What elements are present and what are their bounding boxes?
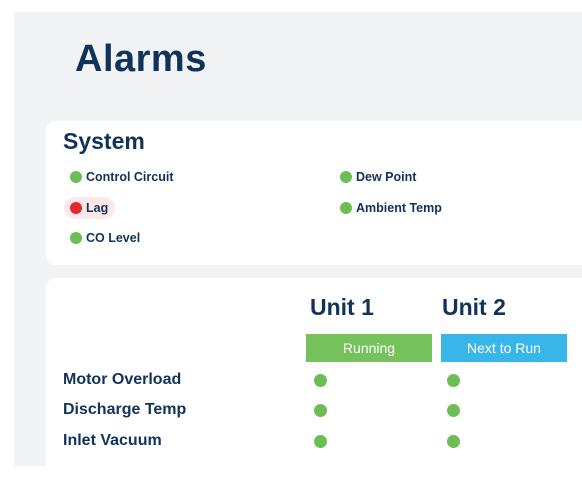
status-ok-icon [70,171,82,183]
status-ok-icon [340,202,352,214]
system-section-title: System [63,128,145,154]
status-ok-icon [340,171,352,183]
status-alarm-icon [70,202,82,214]
status-ok-icon [70,232,82,244]
motor-overload-unit-1-status-icon [314,374,327,387]
unit-1-heading: Unit 1 [310,294,374,320]
units-card: Unit 1 Unit 2 Running Next to Run Motor … [46,278,582,478]
unit-2-status-badge: Next to Run [441,334,567,362]
inlet-vacuum-unit-2-status-icon [447,435,460,448]
alarm-label: Dew Point [356,170,417,184]
row-label-motor-overload: Motor Overload [63,371,182,388]
alarm-label: Lag [86,201,109,215]
alarm-label: Ambient Temp [356,201,442,215]
alarm-control-circuit[interactable]: Control Circuit [64,166,181,188]
page-title: Alarms [75,38,207,80]
discharge-temp-unit-1-status-icon [314,404,327,417]
unit-2-heading: Unit 2 [442,294,506,320]
unit-1-status-badge: Running [306,334,432,362]
discharge-temp-unit-2-status-icon [447,404,460,417]
system-card: System Control Circuit Dew Point Lag Amb… [46,121,582,265]
alarm-label: Control Circuit [86,170,174,184]
alarm-co-level[interactable]: CO Level [64,227,147,249]
alarm-ambient-temp[interactable]: Ambient Temp [334,197,449,219]
alarm-lag[interactable]: Lag [64,197,116,219]
alarm-label: CO Level [86,231,141,245]
alarm-dew-point[interactable]: Dew Point [334,166,423,188]
motor-overload-unit-2-status-icon [447,374,460,387]
row-label-inlet-vacuum: Inlet Vacuum [63,432,162,449]
row-label-discharge-temp: Discharge Temp [63,401,187,418]
inlet-vacuum-unit-1-status-icon [314,435,327,448]
